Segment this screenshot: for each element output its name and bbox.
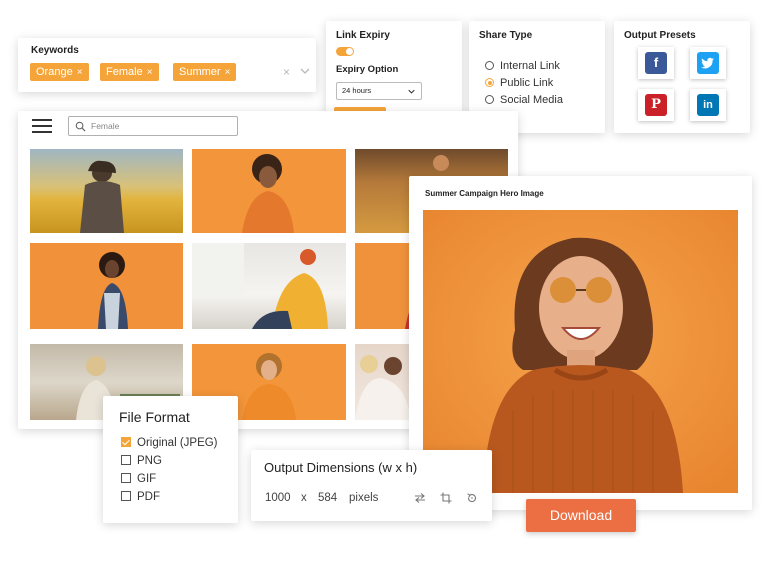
gallery-image[interactable] xyxy=(192,243,346,329)
search-icon xyxy=(75,121,86,132)
remove-tag-icon[interactable]: × xyxy=(77,67,83,78)
keyword-tag-summer[interactable]: Summer × xyxy=(173,63,237,81)
reset-icon[interactable] xyxy=(466,492,478,504)
dimension-unit: pixels xyxy=(349,492,379,504)
format-option-png[interactable]: PNG xyxy=(121,455,162,467)
output-presets-title: Output Presets xyxy=(624,30,696,41)
radio-button[interactable] xyxy=(485,78,494,87)
facebook-icon: f xyxy=(645,52,667,74)
checkbox-label: PDF xyxy=(137,491,160,503)
remove-tag-icon[interactable]: × xyxy=(147,67,153,78)
facebook-preset-button[interactable]: f xyxy=(638,47,674,79)
file-format-panel: File Format Original (JPEG) PNG GIF PDF xyxy=(103,396,238,523)
pinterest-icon: P xyxy=(645,94,667,116)
radio-label: Public Link xyxy=(500,77,554,89)
preview-title: Summer Campaign Hero Image xyxy=(425,189,544,198)
link-expiry-toggle[interactable] xyxy=(336,47,354,56)
share-option-social[interactable]: Social Media xyxy=(485,94,563,106)
output-dimensions-title: Output Dimensions (w x h) xyxy=(264,460,418,475)
format-option-pdf[interactable]: PDF xyxy=(121,491,160,503)
crop-icon[interactable] xyxy=(440,492,452,504)
checkbox[interactable] xyxy=(121,473,131,483)
share-option-public[interactable]: Public Link xyxy=(485,77,553,89)
expiry-select[interactable]: 24 hours xyxy=(336,82,422,100)
chevron-down-icon[interactable] xyxy=(300,66,310,76)
gallery-image[interactable] xyxy=(192,149,346,233)
share-type-title: Share Type xyxy=(479,30,533,41)
linkedin-icon: in xyxy=(697,94,719,116)
format-option-gif[interactable]: GIF xyxy=(121,473,156,485)
checkbox[interactable] xyxy=(121,491,131,501)
checkbox-label: Original (JPEG) xyxy=(137,437,218,449)
search-input[interactable]: Female xyxy=(68,116,238,136)
keywords-panel: Keywords Orange × Female × Summer × × xyxy=(18,38,316,92)
keyword-tag-orange[interactable]: Orange × xyxy=(30,63,89,81)
twitter-preset-button[interactable] xyxy=(690,47,726,79)
file-format-title: File Format xyxy=(119,409,190,425)
radio-label: Internal Link xyxy=(500,60,560,72)
download-button[interactable]: Download xyxy=(526,499,636,532)
hamburger-menu-icon[interactable] xyxy=(32,119,52,133)
checkbox-label: GIF xyxy=(137,473,157,485)
chevron-down-icon xyxy=(408,89,415,94)
radio-button[interactable] xyxy=(485,95,494,104)
pinterest-preset-button[interactable]: P xyxy=(638,89,674,121)
tag-label: Female xyxy=(106,66,143,78)
checkbox[interactable] xyxy=(121,437,131,447)
remove-tag-icon[interactable]: × xyxy=(225,67,231,78)
radio-button[interactable] xyxy=(485,61,494,70)
output-presets-panel: Output Presets f P in xyxy=(614,21,750,133)
width-field[interactable]: 1000 xyxy=(265,492,291,504)
share-option-internal[interactable]: Internal Link xyxy=(485,60,560,72)
expiry-option-label: Expiry Option xyxy=(336,64,399,75)
clear-keywords-icon[interactable]: × xyxy=(283,65,290,79)
height-field[interactable]: 584 xyxy=(318,492,337,504)
checkbox[interactable] xyxy=(121,455,131,465)
linkedin-preset-button[interactable]: in xyxy=(690,89,726,121)
keywords-title: Keywords xyxy=(31,45,79,56)
search-placeholder: Female xyxy=(91,121,120,131)
output-dimensions-panel: Output Dimensions (w x h) 1000 x 584 pix… xyxy=(251,450,492,521)
gallery-image[interactable] xyxy=(30,149,183,233)
swap-icon[interactable] xyxy=(414,492,426,504)
checkbox-label: PNG xyxy=(137,455,162,467)
keyword-tag-female[interactable]: Female × xyxy=(100,63,159,81)
tag-label: Orange xyxy=(36,66,73,78)
radio-label: Social Media xyxy=(500,94,563,106)
twitter-icon xyxy=(697,52,719,74)
format-option-jpeg[interactable]: Original (JPEG) xyxy=(121,437,218,449)
link-expiry-title: Link Expiry xyxy=(336,30,390,41)
tag-label: Summer xyxy=(179,66,221,78)
expiry-select-value: 24 hours xyxy=(342,86,372,95)
dimension-separator: x xyxy=(301,492,307,504)
gallery-image[interactable] xyxy=(30,243,183,329)
